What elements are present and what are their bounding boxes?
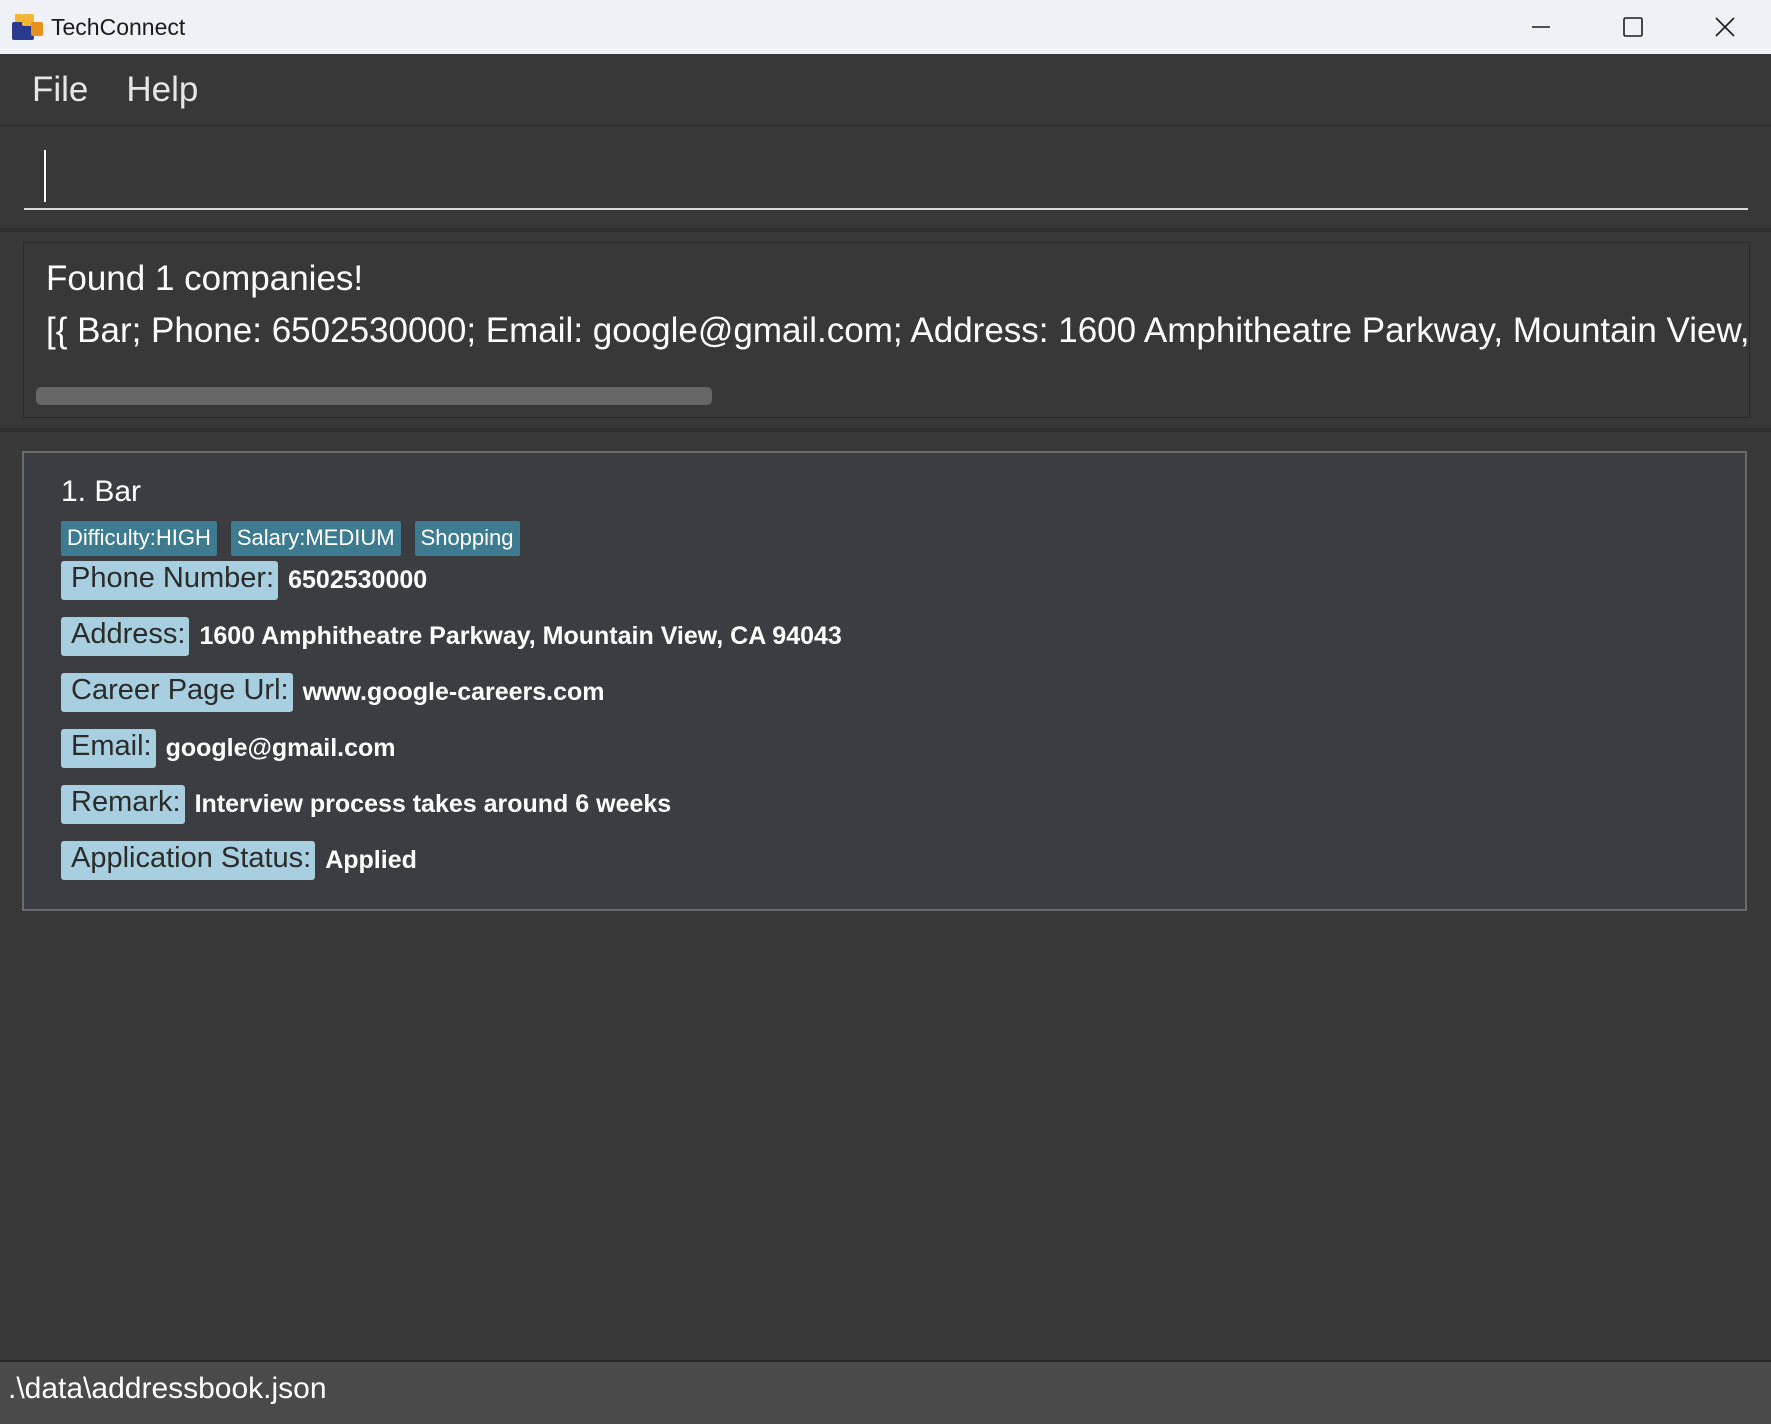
field-remark: Remark: Interview process takes around 6… [61,781,671,827]
close-button[interactable] [1679,0,1771,54]
close-icon [1715,17,1735,37]
menu-bar: File Help [0,54,1771,126]
field-address: Address: 1600 Amphitheatre Parkway, Moun… [61,613,842,659]
maximize-button[interactable] [1587,0,1679,54]
title-bar: TechConnect [0,0,1771,54]
field-career-url: Career Page Url: www.google-careers.com [61,669,605,715]
field-label: Application Status: [61,840,316,880]
application-status-value: Applied [325,845,417,874]
result-details: [{ Bar; Phone: 6502530000; Email: google… [46,311,1750,350]
result-message: Found 1 companies! [46,259,364,298]
career-url-value: www.google-careers.com [302,677,605,706]
email-value: google@gmail.com [165,733,396,762]
field-label: Career Page Url: [61,672,293,712]
app-icon [12,12,44,42]
app-window: TechConnect File Help Found 1 companies!… [0,0,1771,1424]
field-label: Email: [61,728,156,768]
field-label: Phone Number: [61,560,279,600]
address-value: 1600 Amphitheatre Parkway, Mountain View… [199,621,842,650]
field-email: Email: google@gmail.com [61,725,396,771]
remark-value: Interview process takes around 6 weeks [194,789,672,818]
data-file-path: .\data\addressbook.json [8,1372,327,1405]
maximize-icon [1623,17,1643,37]
company-name: 1. Bar [61,475,142,508]
command-input[interactable] [24,142,1748,210]
tag-salary: Salary:MEDIUM [230,521,401,556]
status-bar: .\data\addressbook.json [0,1360,1771,1424]
window-title: TechConnect [51,13,186,40]
company-list: 1. Bar Difficulty:HIGH Salary:MEDIUM Sho… [0,432,1771,1360]
menu-help[interactable]: Help [126,70,198,110]
command-box [0,126,1771,232]
result-text-area[interactable]: Found 1 companies! [{ Bar; Phone: 650253… [23,242,1750,418]
field-label: Remark: [61,784,185,824]
menu-file[interactable]: File [32,70,88,110]
tag-difficulty: Difficulty:HIGH [61,521,217,556]
minimize-button[interactable] [1495,0,1587,54]
tag-category: Shopping [414,521,520,556]
field-label: Address: [61,616,190,656]
tag-list: Difficulty:HIGH Salary:MEDIUM Shopping [61,521,520,556]
horizontal-scrollbar[interactable] [36,387,712,405]
company-card[interactable]: 1. Bar Difficulty:HIGH Salary:MEDIUM Sho… [22,451,1747,911]
minimize-icon [1532,26,1550,28]
window-controls [1495,0,1771,54]
field-phone: Phone Number: 6502530000 [61,557,427,603]
result-display: Found 1 companies! [{ Bar; Phone: 650253… [0,232,1771,432]
text-caret [44,150,46,202]
phone-value: 6502530000 [288,565,428,594]
field-application-status: Application Status: Applied [61,837,417,883]
